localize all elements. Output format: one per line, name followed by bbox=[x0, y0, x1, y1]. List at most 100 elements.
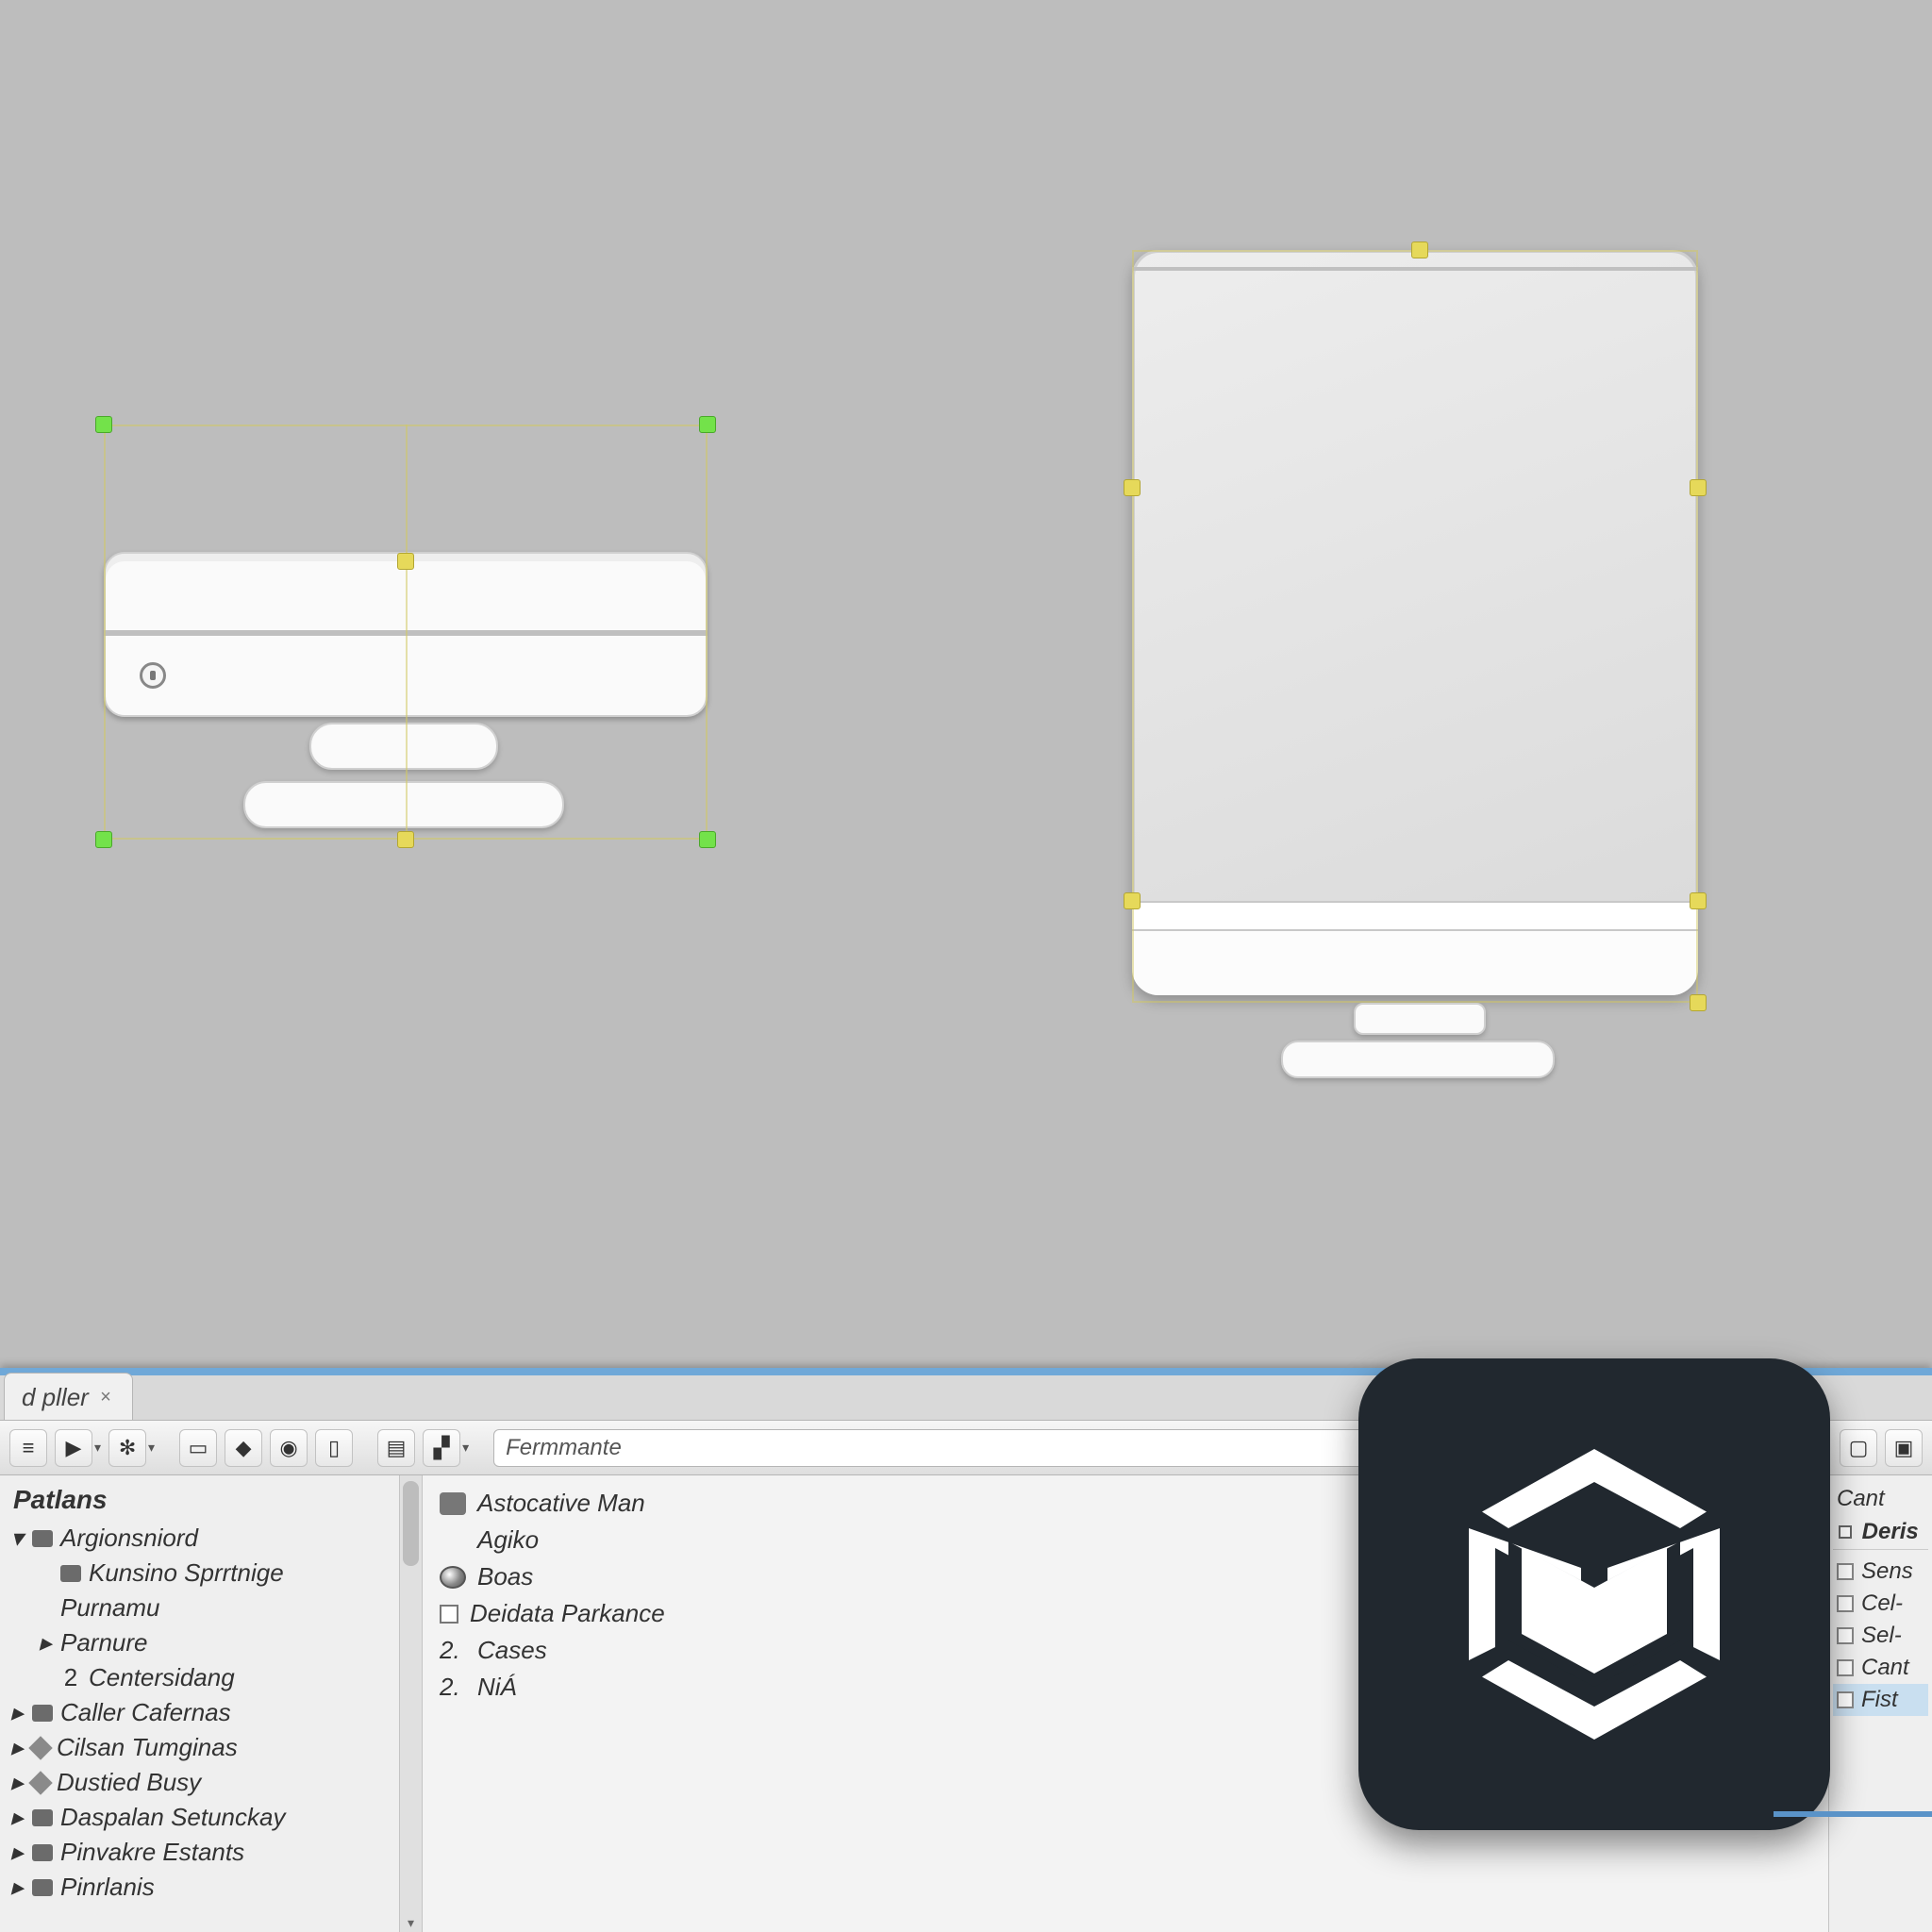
property-item[interactable]: Cant bbox=[1833, 1652, 1928, 1684]
chevron-right-icon: ▸ bbox=[38, 1628, 53, 1657]
hierarchy-item[interactable]: ▸Parnure bbox=[0, 1625, 422, 1660]
selection-axis bbox=[406, 425, 408, 840]
resize-handle-mid[interactable] bbox=[397, 553, 414, 570]
checkbox-icon[interactable] bbox=[1837, 1627, 1854, 1644]
hierarchy-item[interactable]: ▸Cilsan Tumginas bbox=[0, 1730, 422, 1765]
window-icon-button[interactable]: ▢ bbox=[1840, 1429, 1877, 1467]
property-item[interactable]: Sens bbox=[1833, 1556, 1928, 1588]
object-topbar bbox=[1132, 267, 1698, 271]
resize-handle-ml[interactable] bbox=[1124, 479, 1141, 496]
property-item[interactable]: Cel- bbox=[1833, 1588, 1928, 1620]
stack-icon-button[interactable]: ▤ bbox=[377, 1429, 415, 1467]
hierarchy-item[interactable]: Purnamu bbox=[0, 1591, 422, 1625]
hierarchy-item-label: Daspalan Setunckay bbox=[60, 1803, 285, 1832]
hierarchy-header: Patlans bbox=[0, 1475, 422, 1521]
chevron-right-icon: ▸ bbox=[9, 1733, 25, 1762]
checkbox-icon[interactable] bbox=[1837, 1691, 1854, 1708]
scene-object-monitor-b[interactable] bbox=[1123, 241, 1707, 1080]
hierarchy-item-label: Dustied Busy bbox=[57, 1768, 201, 1797]
resize-handle-tl[interactable] bbox=[95, 416, 112, 433]
property-item[interactable]: Sel- bbox=[1833, 1620, 1928, 1652]
resize-handle-mr[interactable] bbox=[1690, 479, 1707, 496]
scene-viewport[interactable] bbox=[0, 0, 1932, 1368]
hierarchy-item-label: Centersidang bbox=[89, 1663, 235, 1692]
resize-handle-bl2[interactable] bbox=[1124, 892, 1141, 909]
hierarchy-tree[interactable]: ▾ArgionsniordKunsino SprrtnigePurnamu▸Pa… bbox=[0, 1521, 422, 1905]
hierarchy-item-label: Pinvakre Estants bbox=[60, 1838, 244, 1867]
folder-icon bbox=[32, 1809, 53, 1826]
hierarchy-item-label: Parnure bbox=[60, 1628, 148, 1657]
checkbox-icon[interactable] bbox=[1837, 1595, 1854, 1612]
folder-icon bbox=[440, 1492, 466, 1515]
chevron-right-icon: ▸ bbox=[9, 1768, 25, 1797]
diamond-icon-button[interactable]: ◆ bbox=[225, 1429, 262, 1467]
checkbox-icon[interactable] bbox=[1837, 1563, 1854, 1580]
chevron-down-icon: ▾ bbox=[9, 1524, 25, 1553]
hierarchy-item-label: Argionsniord bbox=[60, 1524, 198, 1553]
camera-icon: ▣ bbox=[1894, 1436, 1914, 1460]
menu-button[interactable]: ≡ bbox=[9, 1429, 47, 1467]
chevron-right-icon: ▸ bbox=[9, 1698, 25, 1727]
stack-icon: ▤ bbox=[387, 1436, 407, 1460]
content-item-label: Cases bbox=[477, 1636, 547, 1665]
property-item-label: Cel- bbox=[1861, 1591, 1903, 1617]
folder-icon bbox=[32, 1530, 53, 1547]
camera-icon-button[interactable]: ▣ bbox=[1885, 1429, 1923, 1467]
resize-handle-br[interactable] bbox=[699, 831, 716, 848]
close-icon[interactable]: × bbox=[100, 1387, 111, 1408]
properties-header-label: Deris bbox=[1862, 1519, 1919, 1544]
object-bottombar bbox=[1132, 901, 1698, 931]
lock-icon bbox=[140, 662, 166, 689]
resize-handle-bbr[interactable] bbox=[1690, 994, 1707, 1011]
globe-icon-button[interactable]: ◉ bbox=[270, 1429, 308, 1467]
scroll-down-icon[interactable]: ▾ bbox=[400, 1913, 422, 1932]
checkbox-icon[interactable] bbox=[440, 1605, 458, 1624]
play-button[interactable]: ▶▾ bbox=[55, 1429, 101, 1467]
scrollbar[interactable]: ▴ ▾ bbox=[399, 1475, 422, 1932]
hierarchy-item-label: Pinrlanis bbox=[60, 1873, 155, 1902]
properties-tab-label: Cant bbox=[1837, 1486, 1885, 1512]
object-base bbox=[243, 781, 564, 828]
doc-icon-button[interactable]: ▯ bbox=[315, 1429, 353, 1467]
tab-project[interactable]: d pller × bbox=[4, 1373, 133, 1420]
hierarchy-item[interactable]: ▾ Argionsniord bbox=[0, 1521, 422, 1556]
object-base bbox=[1281, 1041, 1555, 1078]
hierarchy-item[interactable]: ▸Pinrlanis bbox=[0, 1870, 422, 1905]
hierarchy-item[interactable]: 2 Centersidang bbox=[0, 1660, 422, 1695]
object-chin bbox=[1132, 931, 1698, 995]
property-item[interactable]: Fist bbox=[1833, 1684, 1928, 1716]
content-item-label: NiÁ bbox=[477, 1673, 517, 1702]
hierarchy-item[interactable]: Kunsino Sprrtnige bbox=[0, 1556, 422, 1591]
page-icon-button[interactable]: ▭ bbox=[179, 1429, 217, 1467]
hierarchy-item[interactable]: ▸Pinvakre Estants bbox=[0, 1835, 422, 1870]
properties-panel: Cant Deris SensCel-Sel-CantFist bbox=[1828, 1475, 1932, 1932]
resize-handle-bottom[interactable] bbox=[397, 831, 414, 848]
hierarchy-item[interactable]: ▸ Dustied Busy bbox=[0, 1765, 422, 1800]
properties-header: Deris bbox=[1833, 1515, 1928, 1550]
search-placeholder: Fermmante bbox=[506, 1435, 622, 1461]
scene-object-monitor-a[interactable] bbox=[104, 425, 708, 840]
chart-button[interactable]: ▞▾ bbox=[423, 1429, 469, 1467]
diamond-icon: ◆ bbox=[236, 1436, 252, 1460]
scroll-thumb[interactable] bbox=[403, 1481, 419, 1566]
checkbox-icon[interactable] bbox=[1837, 1659, 1854, 1676]
globe-icon bbox=[440, 1566, 466, 1589]
hierarchy-item-label: Caller Cafernas bbox=[60, 1698, 231, 1727]
divider bbox=[1774, 1811, 1932, 1817]
hierarchy-item[interactable]: ▸ Daspalan Setunckay bbox=[0, 1800, 422, 1835]
resize-handle-tr[interactable] bbox=[699, 416, 716, 433]
checkbox-icon[interactable] bbox=[1839, 1525, 1852, 1539]
property-item-label: Sel- bbox=[1861, 1623, 1902, 1649]
resize-handle-br2[interactable] bbox=[1690, 892, 1707, 909]
resize-handle-top[interactable] bbox=[1411, 242, 1428, 258]
gear-icon: ✻ bbox=[119, 1436, 136, 1460]
properties-tab[interactable]: Cant bbox=[1833, 1483, 1928, 1515]
chevron-right-icon: ▸ bbox=[9, 1803, 25, 1832]
object-neck bbox=[309, 723, 498, 770]
hierarchy-item[interactable]: ▸ Caller Cafernas bbox=[0, 1695, 422, 1730]
gear-button[interactable]: ✻▾ bbox=[108, 1429, 155, 1467]
number-icon: 2 bbox=[60, 1663, 81, 1692]
chart-icon: ▞ bbox=[434, 1436, 450, 1460]
resize-handle-bl[interactable] bbox=[95, 831, 112, 848]
unity-logo-badge bbox=[1358, 1358, 1830, 1830]
